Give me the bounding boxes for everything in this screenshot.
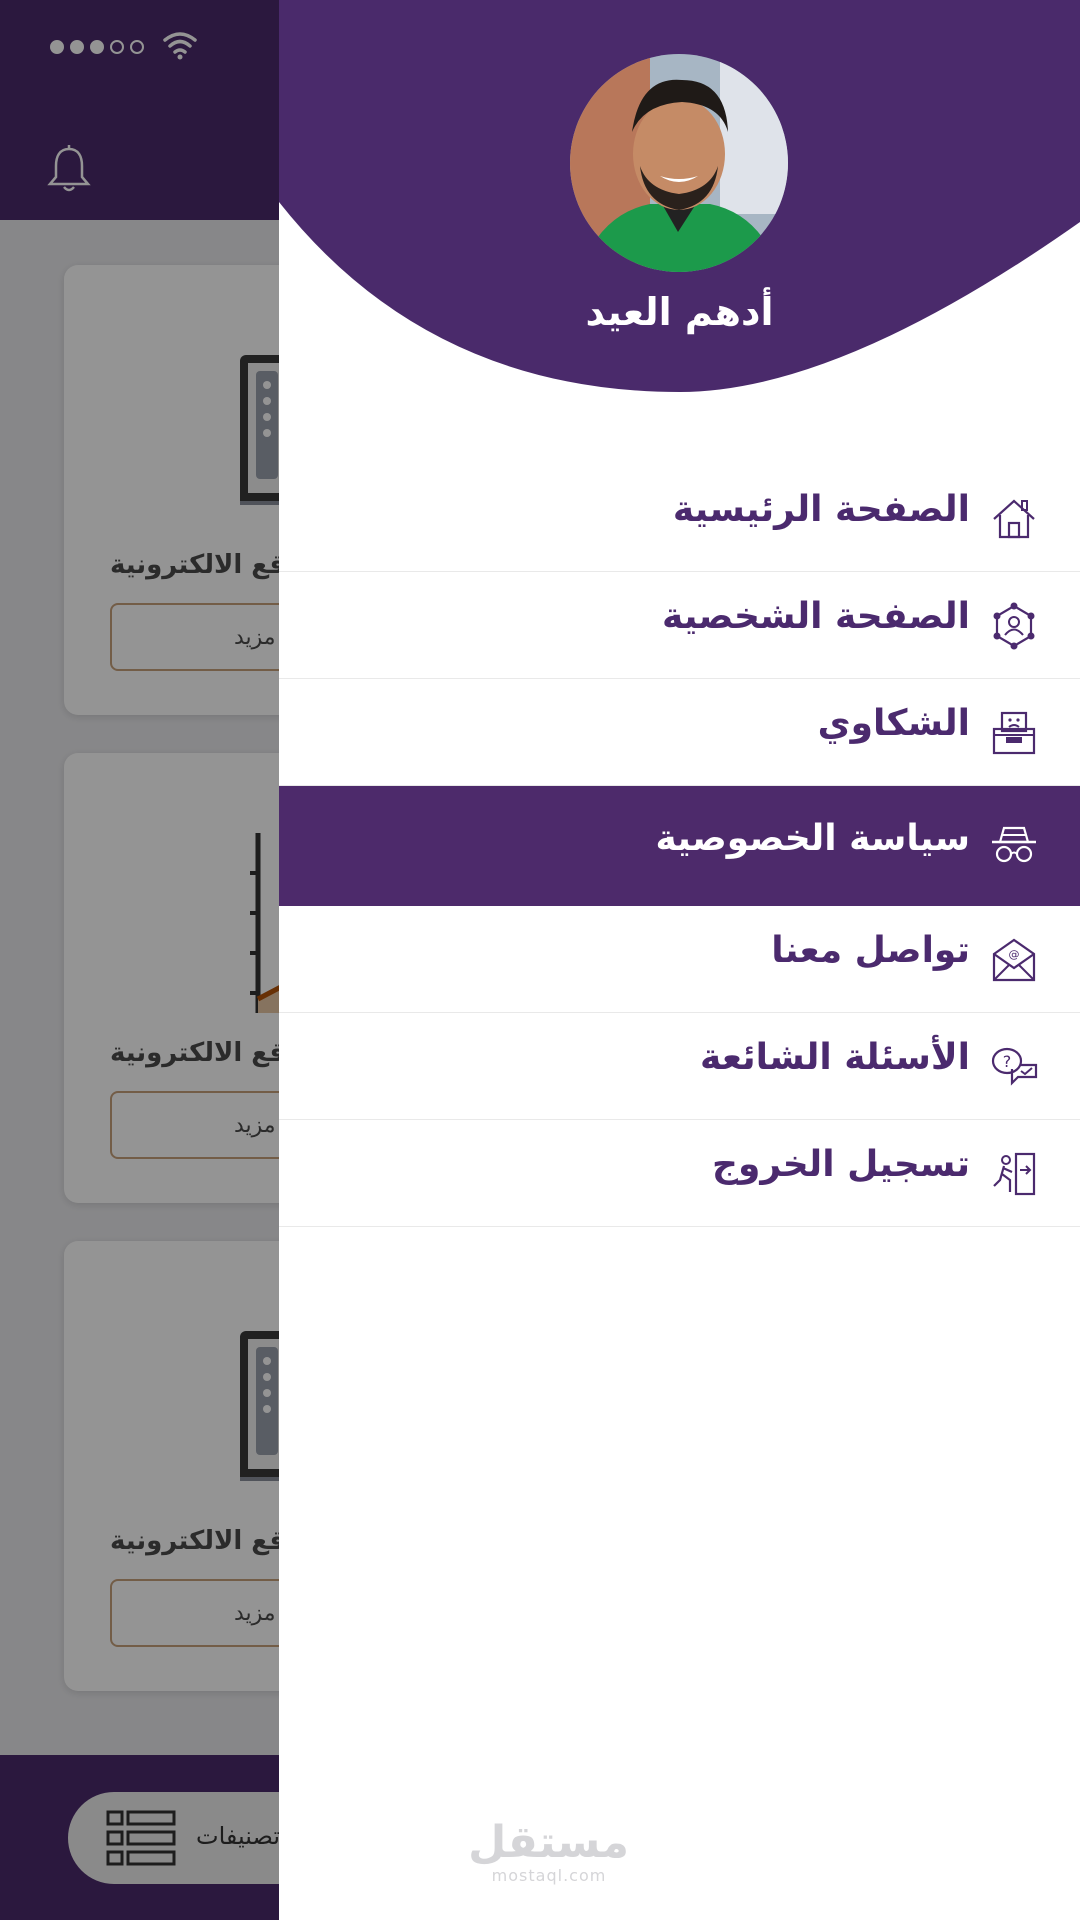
mostaql-watermark: مستقل mostaql.com	[468, 1817, 629, 1886]
watermark-arabic: مستقل	[468, 1817, 629, 1868]
menu-item-label: الشكاوي	[817, 703, 970, 744]
menu-item-label: سياسة الخصوصية	[655, 818, 970, 859]
incognito-icon	[992, 826, 1036, 863]
menu-item-contact[interactable]: @ تواصل معنا	[279, 906, 1080, 1013]
complaint-box-icon	[992, 711, 1036, 755]
user-name: أدهم العيد	[585, 290, 774, 334]
logout-icon	[993, 1152, 1036, 1196]
profile-network-icon	[993, 602, 1035, 650]
menu-item-label: الأسئلة الشائعة	[700, 1037, 970, 1078]
faq-chat-icon: ?	[991, 1047, 1038, 1086]
menu-item-privacy[interactable]: سياسة الخصوصية	[279, 786, 1080, 906]
menu-item-complaints[interactable]: الشكاوي	[279, 679, 1080, 786]
menu-item-label: الصفحة الشخصية	[662, 596, 970, 637]
navigation-drawer: أدهم العيد الصفحة الرئيسية الصفحة الشخصي…	[279, 0, 1080, 1920]
menu-item-label: الصفحة الرئيسية	[672, 489, 970, 530]
mail-at-icon: @	[992, 938, 1036, 982]
menu-item-label: تواصل معنا	[771, 930, 970, 971]
home-icon	[993, 499, 1035, 539]
svg-text:@: @	[1009, 948, 1020, 961]
menu-item-label: تسجيل الخروج	[712, 1144, 970, 1185]
watermark-latin: mostaql.com	[491, 1866, 607, 1885]
drawer-menu: الصفحة الرئيسية الصفحة الشخصية الشكاوي س…	[279, 465, 1080, 1227]
menu-item-faq[interactable]: ? الأسئلة الشائعة	[279, 1013, 1080, 1120]
menu-item-home[interactable]: الصفحة الرئيسية	[279, 465, 1080, 572]
menu-item-profile[interactable]: الصفحة الشخصية	[279, 572, 1080, 679]
avatar[interactable]	[570, 54, 788, 272]
menu-item-logout[interactable]: تسجيل الخروج	[279, 1120, 1080, 1227]
svg-text:?: ?	[1003, 1052, 1012, 1071]
